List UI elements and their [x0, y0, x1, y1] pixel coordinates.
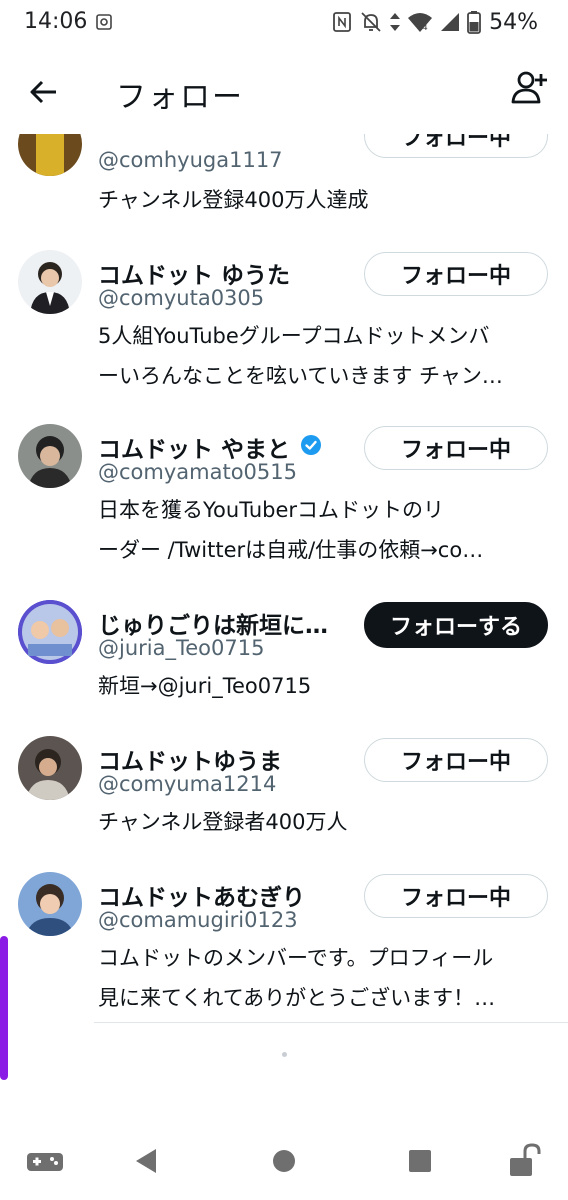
user-handle: @comhyuga1117: [98, 148, 283, 172]
avatar[interactable]: [18, 250, 82, 314]
avatar[interactable]: [18, 872, 82, 936]
user-bio-line: ーダー /Twitterは自戒/仕事の依頼→co…: [98, 538, 484, 562]
verified-badge-icon: [301, 435, 321, 455]
avatar[interactable]: [18, 736, 82, 800]
user-bio-line: 5人組YouTubeグループコムドットメンバ: [98, 324, 490, 348]
user-bio-line: チャンネル登録者400万人: [98, 810, 348, 834]
following-button[interactable]: フォロー中: [364, 738, 548, 782]
user-bio-line: チャンネル登録400万人達成: [98, 188, 369, 212]
following-button[interactable]: フォロー中: [364, 874, 548, 918]
status-time: 14:06: [24, 9, 88, 34]
game-controller-icon[interactable]: [26, 1146, 64, 1176]
user-name[interactable]: コムドット やまと: [98, 430, 290, 464]
user-handle: @comyamato0515: [98, 460, 297, 484]
user-bio-line: 新垣→@juri_Teo0715: [98, 674, 312, 698]
following-button[interactable]: フォロー中: [364, 426, 548, 470]
user-bio-line: ーいろんなことを呟いていきます チャン…: [98, 364, 503, 388]
follow-button[interactable]: フォローする: [364, 602, 548, 648]
user-name[interactable]: コムドットゆうま: [98, 742, 282, 776]
following-button[interactable]: フォロー中: [364, 252, 548, 296]
user-name[interactable]: コムドット ゆうた: [98, 256, 290, 290]
add-user-icon[interactable]: [510, 68, 550, 108]
avatar[interactable]: [18, 424, 82, 488]
user-handle: @comyuta0305: [98, 286, 265, 310]
user-bio: 5人組YouTubeグループコムドットメンバ ーいろんなことを呟いていきます チ…: [98, 316, 548, 396]
battery-icon: [467, 11, 481, 34]
following-button[interactable]: フォロー中: [364, 134, 548, 158]
recents-nav-icon[interactable]: [406, 1146, 434, 1176]
nfc-icon: [333, 12, 351, 32]
user-bio: コムドットのメンバーです。プロフィール 見に来てくれてありがとうございます！…: [98, 938, 548, 1018]
avatar[interactable]: [18, 134, 82, 176]
edge-scroll-handle[interactable]: [0, 936, 8, 1080]
user-bio-line: 日本を獲るYouTuberコムドットのリ: [98, 498, 445, 522]
user-bio-line: コムドットのメンバーです。プロフィール: [98, 946, 494, 970]
status-icons: 4 54%: [331, 8, 538, 36]
system-navigation-bar: [0, 1124, 568, 1200]
user-bio: 日本を獲るYouTuberコムドットのリ ーダー /Twitterは自戒/仕事の…: [98, 490, 548, 570]
following-list[interactable]: @comhyuga1117 チャンネル登録400万人達成 フォロー中 コムドット…: [0, 134, 568, 1022]
list-divider: [94, 1022, 568, 1023]
avatar[interactable]: [18, 600, 82, 664]
loading-indicator: [282, 1052, 287, 1057]
user-bio-line: 見に来てくれてありがとうございます！…: [98, 986, 496, 1010]
wifi-network-label: 4: [422, 23, 428, 33]
mute-icon: [361, 12, 381, 32]
user-name[interactable]: じゅりごりは新垣に…: [98, 606, 328, 640]
home-nav-icon[interactable]: [270, 1146, 298, 1176]
back-nav-icon[interactable]: [132, 1146, 160, 1176]
status-bar: 14:06 4 54%: [0, 0, 568, 46]
data-transfer-icon: [390, 13, 401, 31]
user-handle: @juria_Teo0715: [98, 636, 265, 660]
user-bio: チャンネル登録者400万人: [98, 802, 548, 842]
user-handle: @comyuma1214: [98, 772, 277, 796]
app-header: フォロー: [0, 46, 568, 134]
unlock-icon[interactable]: [508, 1142, 542, 1178]
battery-percentage: 54%: [489, 9, 538, 35]
user-bio: チャンネル登録400万人達成: [98, 180, 548, 220]
user-name[interactable]: コムドットあむぎり: [98, 878, 305, 912]
settings-notification-icon: [96, 14, 112, 30]
wifi-icon: 4: [408, 13, 433, 33]
signal-icon: [441, 13, 460, 31]
user-bio: 新垣→@juri_Teo0715: [98, 666, 548, 706]
back-arrow-icon[interactable]: [24, 72, 64, 112]
user-handle: @comamugiri0123: [98, 908, 298, 932]
page-title: フォロー: [116, 80, 244, 115]
